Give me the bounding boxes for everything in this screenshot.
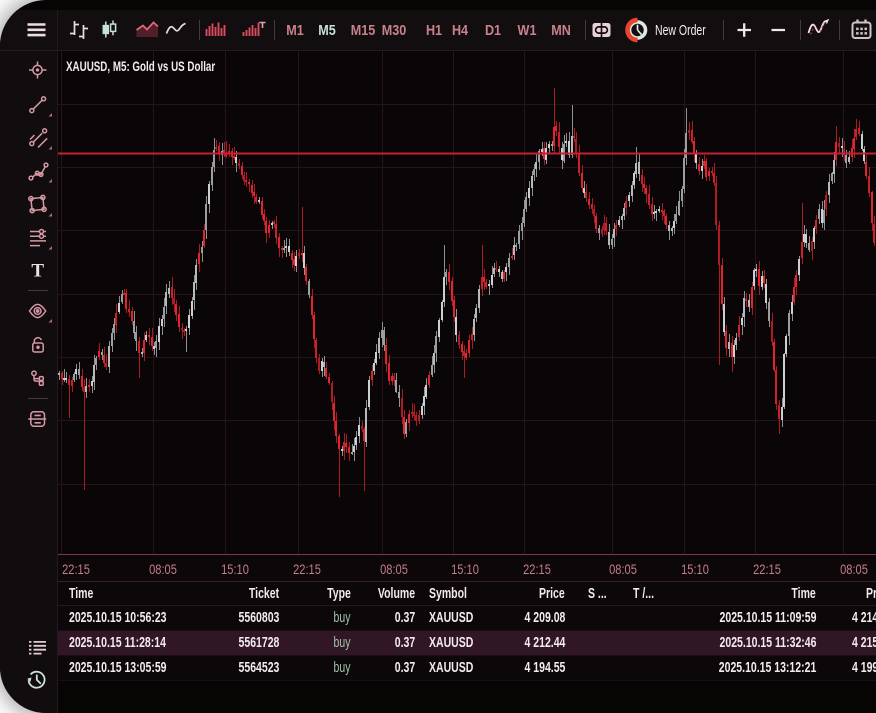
svg-text:T: T (31, 261, 44, 282)
